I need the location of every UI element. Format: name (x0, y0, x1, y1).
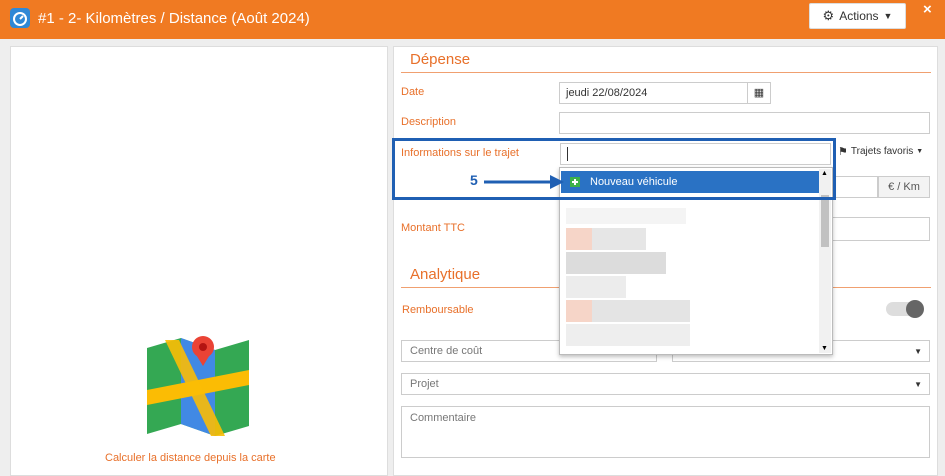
remboursable-toggle[interactable] (886, 300, 924, 318)
montant-label: Montant TTC (401, 222, 465, 234)
close-icon[interactable]: × (923, 1, 932, 18)
remboursable-label: Remboursable (402, 304, 474, 316)
description-input[interactable] (559, 112, 930, 134)
dropdown-list-item-accent (566, 300, 592, 322)
unit-addon: € / Km (878, 176, 930, 198)
caret-down-icon: ▼ (914, 380, 922, 389)
highlight-box (392, 138, 836, 200)
caret-down-icon: ▼ (916, 148, 924, 155)
dropdown-list-item[interactable] (566, 252, 666, 274)
commentaire-placeholder: Commentaire (410, 412, 477, 424)
dropdown-list-item-accent (566, 228, 592, 250)
section-title-depense: Dépense (410, 51, 471, 68)
centre-cout-placeholder: Centre de coût (410, 345, 483, 357)
arrow-icon (484, 175, 564, 189)
date-label: Date (401, 86, 425, 98)
gauge-icon (10, 8, 30, 28)
map-pin-icon (147, 336, 249, 436)
caret-down-icon: ▼ (914, 347, 922, 356)
dropdown-list-item[interactable] (566, 208, 686, 224)
commentaire-textarea[interactable]: Commentaire (401, 406, 930, 458)
distance-input[interactable] (834, 176, 878, 198)
date-field[interactable]: jeudi 22/08/2024 ▦ (559, 82, 771, 104)
actions-button[interactable]: ⚙ Actions ▼ (809, 3, 906, 29)
gear-icon: ⚙ (822, 8, 835, 23)
title-bar: #1 - 2- Kilomètres / Distance (Août 2024… (0, 0, 945, 39)
signpost-icon: ⚑ (838, 146, 848, 158)
dropdown-list-item[interactable] (566, 324, 690, 346)
trajets-favoris-label: Trajets favoris (850, 146, 914, 157)
divider (401, 72, 931, 73)
dropdown-list-item[interactable] (566, 276, 626, 298)
projet-select[interactable]: Projet ▼ (401, 373, 930, 395)
calculate-distance-link[interactable]: Calculer la distance depuis la carte (105, 452, 276, 464)
description-label: Description (401, 116, 457, 128)
window-title: #1 - 2- Kilomètres / Distance (Août 2024… (38, 10, 310, 27)
projet-placeholder: Projet (410, 378, 439, 390)
actions-label: Actions (839, 9, 879, 23)
scrollbar-thumb[interactable] (821, 195, 829, 247)
section-title-analytique: Analytique (410, 266, 481, 283)
step-number: 5 (470, 172, 478, 188)
calendar-icon[interactable]: ▦ (747, 83, 770, 103)
caret-down-icon: ▼ (883, 11, 893, 21)
trajets-favoris-button[interactable]: ⚑ Trajets favoris ▼ (838, 145, 923, 158)
scroll-down-icon: ▼ (821, 345, 828, 352)
date-value: jeudi 22/08/2024 (566, 87, 648, 99)
toggle-knob (906, 300, 924, 318)
